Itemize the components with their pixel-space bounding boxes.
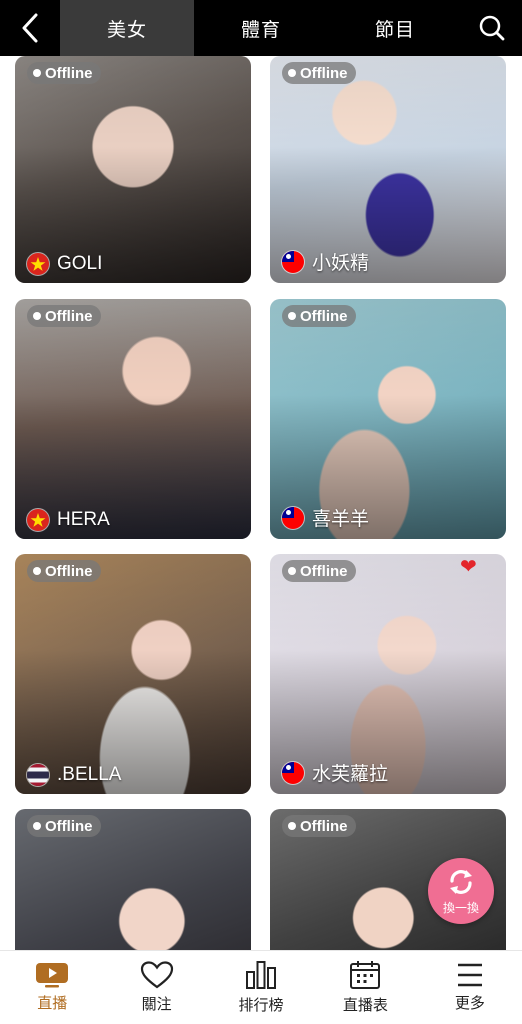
taiwan-flag-icon [282, 506, 304, 529]
status-dot-icon [288, 567, 296, 575]
status-badge: Offline [27, 560, 101, 582]
tab-beauty[interactable]: 美女 [60, 0, 194, 56]
streamer-card[interactable]: Offline 喜羊羊 [270, 299, 506, 539]
status-badge: Offline [282, 305, 356, 327]
streamer-name: GOLI [27, 253, 102, 275]
status-dot-icon [288, 822, 296, 830]
status-badge: Offline [282, 815, 356, 837]
status-badge: Offline [282, 62, 356, 84]
search-button[interactable] [462, 0, 522, 56]
streamer-name: 小妖精 [282, 248, 369, 275]
menu-icon [457, 963, 482, 987]
category-tabs: 美女 體育 節目 [60, 0, 462, 56]
app-root: 美女 體育 節目 Offline GOLI Offline 小妖精 Offlin… [0, 0, 522, 1024]
heart-sticker-icon: ❤ [460, 556, 477, 578]
streamer-card[interactable]: Offline 水芙蘿拉 [270, 554, 506, 794]
status-badge: Offline [27, 815, 101, 837]
nav-schedule[interactable]: 直播表 [313, 951, 417, 1024]
streamer-card[interactable]: Offline .BELLA [15, 554, 251, 794]
status-dot-icon [33, 69, 41, 77]
tab-sports[interactable]: 體育 [194, 0, 328, 56]
status-badge: Offline [282, 560, 356, 582]
tab-programs[interactable]: 節目 [328, 0, 462, 56]
status-badge: Offline [27, 62, 101, 84]
streamer-name: HERA [27, 509, 110, 531]
nav-ranking[interactable]: 排行榜 [209, 951, 313, 1024]
calendar-icon [350, 961, 381, 989]
taiwan-flag-icon [282, 250, 304, 273]
tv-play-icon [36, 963, 69, 988]
bottom-nav: 直播 關注 排行榜 直播表 更多 [0, 950, 522, 1024]
streamer-card[interactable]: Offline GOLI [15, 56, 251, 283]
streamer-name: 水芙蘿拉 [282, 759, 388, 786]
nav-follow-label: 關注 [141, 996, 172, 1013]
chevron-left-icon [22, 13, 38, 43]
refresh-icon [450, 869, 472, 894]
nav-ranking-label: 排行榜 [238, 997, 284, 1014]
status-badge: Offline [27, 305, 101, 327]
heart-icon [140, 961, 173, 989]
nav-more-label: 更多 [454, 995, 485, 1012]
streamer-name: 喜羊羊 [282, 504, 369, 531]
nav-follow[interactable]: 關注 [104, 951, 208, 1024]
status-dot-icon [288, 69, 296, 77]
vietnam-flag-icon [27, 509, 49, 531]
nav-live[interactable]: 直播 [0, 951, 104, 1024]
thailand-flag-icon [27, 764, 49, 786]
streamer-grid: Offline GOLI Offline 小妖精 Offline HERA Of… [0, 56, 522, 950]
nav-live-label: 直播 [37, 995, 68, 1012]
refresh-label: 換一換 [442, 900, 479, 915]
refresh-button[interactable]: 換一換 [428, 858, 494, 924]
status-dot-icon [288, 312, 296, 320]
vietnam-flag-icon [27, 253, 49, 275]
top-bar: 美女 體育 節目 [0, 0, 522, 56]
status-dot-icon [33, 822, 41, 830]
search-icon [479, 15, 505, 41]
status-dot-icon [33, 312, 41, 320]
streamer-card[interactable]: Offline HERA [15, 299, 251, 539]
nav-more[interactable]: 更多 [418, 951, 522, 1024]
status-dot-icon [33, 567, 41, 575]
bar-chart-icon [246, 961, 277, 989]
taiwan-flag-icon [282, 761, 304, 784]
streamer-card[interactable]: Offline 小妖精 [270, 56, 506, 283]
streamer-card[interactable]: Offline [15, 809, 251, 950]
streamer-name: .BELLA [27, 764, 121, 786]
back-button[interactable] [0, 0, 60, 56]
nav-schedule-label: 直播表 [342, 997, 388, 1014]
